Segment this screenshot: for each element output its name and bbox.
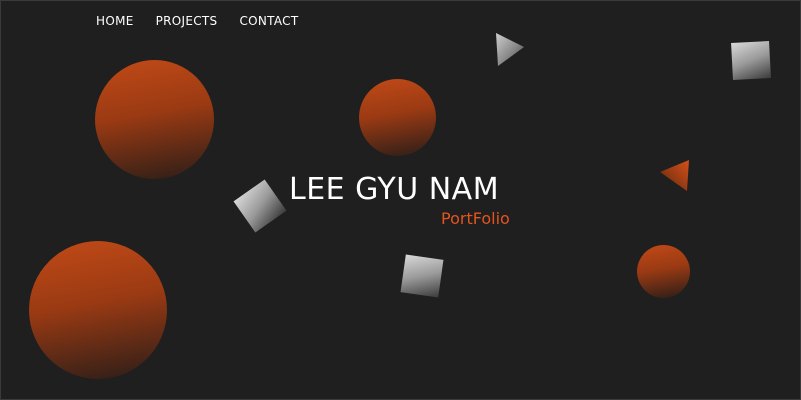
decorative-square-top-right: [731, 41, 771, 80]
decorative-square-bottom: [400, 254, 444, 298]
nav-contact-link[interactable]: CONTACT: [239, 14, 298, 28]
hero-title: LEE GYU NAM: [289, 172, 500, 207]
decorative-triangle-gray: [496, 33, 524, 66]
decorative-circle-bottom-left: [29, 241, 167, 379]
nav-projects-link[interactable]: PROJECTS: [156, 14, 218, 28]
decorative-circle-center: [359, 79, 436, 156]
decorative-triangle-orange: [660, 160, 689, 191]
nav-home-link[interactable]: HOME: [96, 14, 134, 28]
decorative-circle-small-right: [637, 245, 690, 298]
hero-subtitle: PortFolio: [441, 209, 510, 228]
top-navigation: HOME PROJECTS CONTACT: [96, 14, 299, 28]
decorative-circle-large-left: [95, 60, 214, 179]
